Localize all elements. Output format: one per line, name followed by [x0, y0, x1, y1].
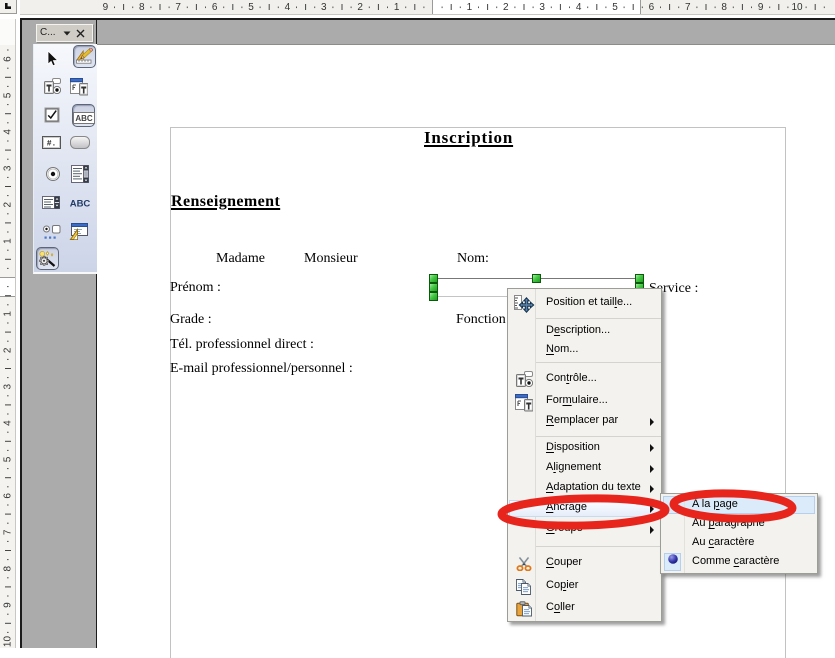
svg-text:2: 2	[357, 2, 363, 13]
svg-text:ABC: ABC	[70, 199, 91, 210]
svg-text:7: 7	[175, 2, 181, 13]
svg-text:3: 3	[321, 2, 327, 13]
svg-text:9: 9	[3, 602, 14, 608]
svg-text:8: 8	[3, 565, 14, 571]
svg-text:8: 8	[139, 2, 145, 13]
svg-text:5: 5	[248, 2, 254, 13]
svg-text:5: 5	[612, 2, 618, 13]
svg-text:5: 5	[3, 456, 14, 462]
svg-text:6: 6	[3, 56, 14, 62]
svg-text:4: 4	[285, 2, 291, 13]
svg-text:1: 1	[467, 2, 473, 13]
svg-text:1: 1	[3, 311, 14, 317]
svg-text:3: 3	[539, 2, 545, 13]
svg-text:4: 4	[576, 2, 582, 13]
svg-text:7: 7	[3, 529, 14, 535]
svg-text:9: 9	[103, 2, 109, 13]
svg-text:6: 6	[3, 493, 14, 499]
svg-text:#.: #.	[47, 140, 57, 149]
svg-text:3: 3	[3, 165, 14, 171]
svg-text:5: 5	[3, 92, 14, 98]
svg-text:6: 6	[212, 2, 218, 13]
svg-text:4: 4	[3, 420, 14, 426]
svg-text:1: 1	[394, 2, 400, 13]
svg-text:9: 9	[758, 2, 764, 13]
svg-text:3: 3	[3, 383, 14, 389]
svg-text:2: 2	[503, 2, 509, 13]
svg-text:ABC: ABC	[75, 114, 93, 123]
svg-text:8: 8	[721, 2, 727, 13]
svg-text:10: 10	[791, 2, 803, 13]
svg-text:4: 4	[3, 129, 14, 135]
svg-text:6: 6	[649, 2, 655, 13]
svg-text:1: 1	[3, 238, 14, 244]
svg-text:7: 7	[685, 2, 691, 13]
svg-text:2: 2	[3, 201, 14, 207]
svg-text:2: 2	[3, 347, 14, 353]
svg-text:10: 10	[3, 636, 14, 648]
